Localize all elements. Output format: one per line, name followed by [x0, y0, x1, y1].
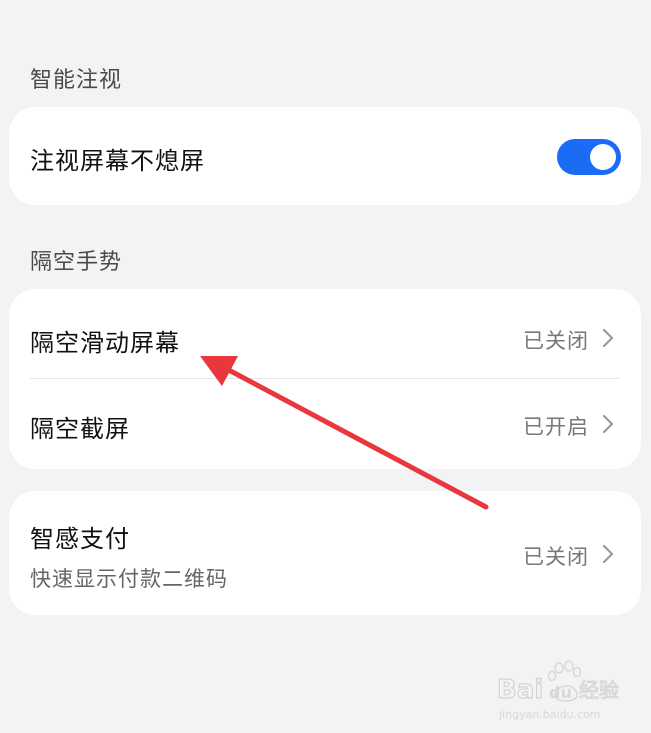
chevron-right-icon	[602, 544, 614, 564]
row-value-smart-pay: 已关闭	[523, 545, 589, 569]
row-label-gaze-keep-screen-on: 注视屏幕不熄屏	[30, 147, 205, 175]
row-air-swipe[interactable]: 隔空滑动屏幕 已关闭	[9, 289, 641, 379]
row-smart-pay[interactable]: 智感支付 快速显示付款二维码 已关闭	[9, 491, 641, 615]
section-title-gaze: 智能注视	[30, 68, 123, 93]
row-label-air-swipe: 隔空滑动屏幕	[30, 329, 180, 357]
baidu-jingyan-watermark: Bai du 经验 jingyan.baidu.com	[497, 660, 620, 721]
row-label-air-screenshot: 隔空截屏	[30, 415, 130, 443]
row-sublabel-smart-pay: 快速显示付款二维码	[30, 567, 228, 591]
row-value-air-screenshot: 已开启	[523, 415, 589, 439]
row-air-screenshot[interactable]: 隔空截屏 已开启	[9, 379, 641, 469]
section-title-air-gesture: 隔空手势	[30, 250, 123, 275]
chevron-right-icon	[602, 328, 614, 348]
svg-text:du: du	[549, 683, 572, 702]
air-gesture-card: 隔空滑动屏幕 已关闭 隔空截屏 已开启	[9, 289, 641, 469]
svg-text:Bai: Bai	[497, 675, 543, 705]
smart-pay-card: 智感支付 快速显示付款二维码 已关闭	[9, 491, 641, 615]
gaze-keep-screen-on-toggle[interactable]	[557, 139, 621, 175]
toggle-knob	[590, 144, 616, 170]
svg-text:jingyan.baidu.com: jingyan.baidu.com	[498, 708, 601, 721]
row-label-smart-pay: 智感支付	[30, 525, 130, 553]
chevron-right-icon	[602, 414, 614, 434]
row-value-air-swipe: 已关闭	[523, 329, 589, 353]
gaze-card: 注视屏幕不熄屏	[9, 107, 641, 205]
svg-text:经验: 经验	[579, 678, 619, 702]
row-gaze-keep-screen-on[interactable]: 注视屏幕不熄屏	[9, 107, 641, 205]
